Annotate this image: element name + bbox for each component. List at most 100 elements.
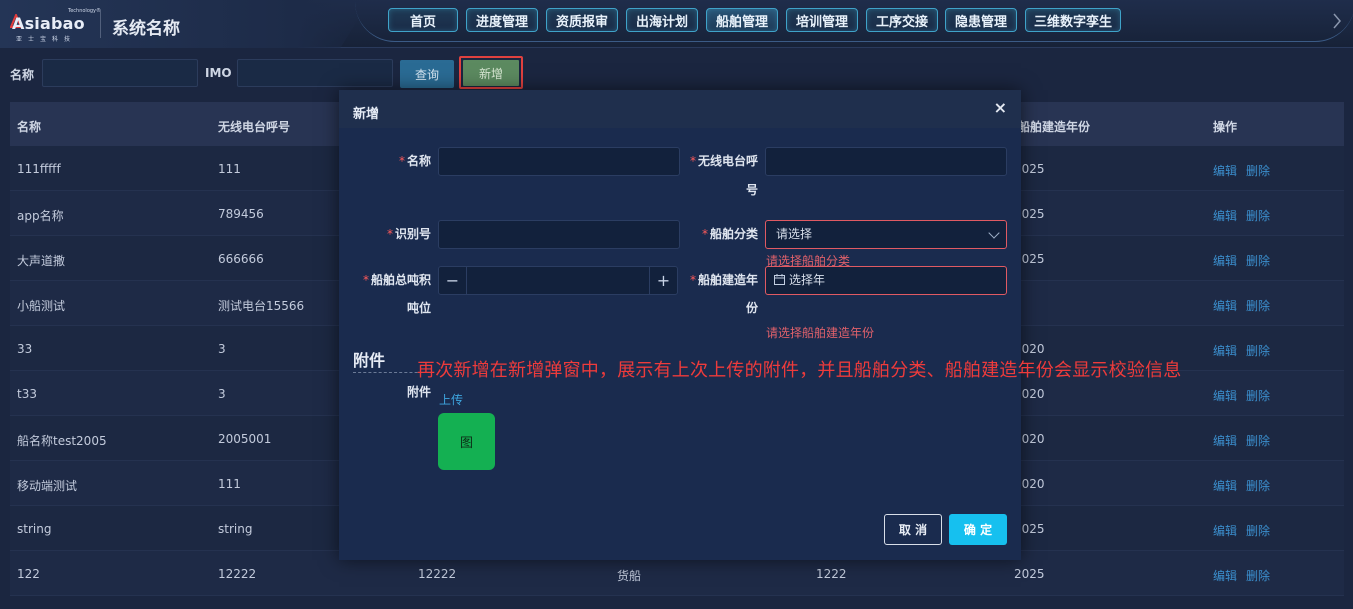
header-callsign: 无线电台呼号 xyxy=(218,120,291,134)
nav-training[interactable]: 培训管理 xyxy=(786,8,858,32)
nav-sea-plan[interactable]: 出海计划 xyxy=(626,8,698,32)
cell-name: string xyxy=(17,522,52,536)
tonnage-field-label-line2: 吨位 xyxy=(406,301,431,315)
build-year-error: 请选择船舶建造年份 xyxy=(766,326,875,340)
top-nav-bar: Technology® Asiabao 亚士宝科技 系统名称 首页 进度管理 资… xyxy=(0,0,1353,48)
cancel-button[interactable]: 取 消 xyxy=(884,514,942,545)
year-placeholder: 选择年 xyxy=(789,273,826,287)
delete-link[interactable]: 删除 xyxy=(1246,342,1270,359)
add-button[interactable]: 新增 xyxy=(463,60,519,86)
cell-callsign: 12222 xyxy=(218,567,257,581)
tonnage-field-label: * 船舶总吨积 xyxy=(362,273,431,287)
delete-link[interactable]: 删除 xyxy=(1246,162,1270,179)
search-bar: 名称 IMO 查询 新增 xyxy=(0,56,1353,90)
cell-tonnage: 1222 xyxy=(816,567,847,581)
tonnage-stepper[interactable]: − + xyxy=(438,266,678,295)
nav-digital-twin[interactable]: 三维数字孪生 xyxy=(1025,8,1121,32)
edit-link[interactable]: 编辑 xyxy=(1213,207,1237,224)
cell-category: 货船 xyxy=(617,569,642,583)
edit-link[interactable]: 编辑 xyxy=(1213,432,1237,449)
confirm-button[interactable]: 确 定 xyxy=(949,514,1007,545)
upload-link[interactable]: 上传 xyxy=(439,391,463,408)
callsign-field[interactable] xyxy=(765,147,1007,176)
cell-callsign: 111 xyxy=(218,477,241,491)
callsign-field-label-line2: 号 xyxy=(745,183,758,197)
edit-link[interactable]: 编辑 xyxy=(1213,297,1237,314)
query-button[interactable]: 查询 xyxy=(400,60,454,88)
cell-name: 船名称test2005 xyxy=(17,434,107,448)
brand-divider xyxy=(100,10,101,38)
cell-callsign: string xyxy=(218,522,253,536)
company-logo: Technology® Asiabao 亚士宝科技 xyxy=(10,6,101,43)
nav-qualification[interactable]: 资质报审 xyxy=(546,8,618,32)
build-year-picker[interactable]: 选择年 xyxy=(765,266,1007,295)
cell-name: 大声道撒 xyxy=(17,254,66,268)
nav-home[interactable]: 首页 xyxy=(388,8,458,32)
cell-name: 122 xyxy=(17,567,40,581)
delete-link[interactable]: 删除 xyxy=(1246,477,1270,494)
nav-ship-management[interactable]: 船舶管理 xyxy=(706,8,778,32)
logo-word: Asiabao xyxy=(12,14,85,33)
edit-link[interactable]: 编辑 xyxy=(1213,567,1237,584)
add-ship-dialog: 新增 × * 名称 * 无线电台呼 号 * 识别号 * 船舶分类 请选择 请选择船舶分类… xyxy=(339,90,1021,560)
nav-hazard[interactable]: 隐患管理 xyxy=(945,8,1017,32)
imo-filter-input[interactable] xyxy=(237,59,393,87)
edit-link[interactable]: 编辑 xyxy=(1213,387,1237,404)
cell-name: 111fffff xyxy=(17,162,61,176)
build-year-field-label-line2: 份 xyxy=(745,301,758,315)
delete-link[interactable]: 删除 xyxy=(1246,387,1270,404)
name-field[interactable] xyxy=(438,147,680,176)
increment-button[interactable]: + xyxy=(649,267,677,294)
corner-menu-icon[interactable] xyxy=(1331,10,1345,32)
callsign-field-label: * 无线电台呼 xyxy=(689,154,758,168)
delete-link[interactable]: 删除 xyxy=(1246,567,1270,584)
cell-id: 12222 xyxy=(418,567,457,581)
delete-link[interactable]: 删除 xyxy=(1246,432,1270,449)
cell-name: t33 xyxy=(17,387,37,401)
cell-name: app名称 xyxy=(17,209,64,223)
delete-link[interactable]: 删除 xyxy=(1246,522,1270,539)
nav-handover[interactable]: 工序交接 xyxy=(866,8,938,32)
delete-link[interactable]: 删除 xyxy=(1246,297,1270,314)
cell-callsign: 111 xyxy=(218,162,241,176)
header-build-year: 船舶建造年份 xyxy=(1018,120,1091,134)
delete-link[interactable]: 删除 xyxy=(1246,207,1270,224)
id-field-label: * 识别号 xyxy=(386,227,431,241)
dialog-header: 新增 × xyxy=(339,90,1021,128)
cell-callsign: 3 xyxy=(218,387,226,401)
decrement-button[interactable]: − xyxy=(439,267,467,294)
calendar-icon xyxy=(774,274,785,285)
category-field-label: * 船舶分类 xyxy=(701,227,758,241)
category-placeholder: 请选择 xyxy=(776,227,813,241)
attachment-label: 附件 xyxy=(406,385,431,399)
header-name: 名称 xyxy=(17,120,42,134)
nav-progress[interactable]: 进度管理 xyxy=(466,8,538,32)
cell-callsign: 3 xyxy=(218,342,226,356)
edit-link[interactable]: 编辑 xyxy=(1213,477,1237,494)
cell-callsign: 2005001 xyxy=(218,432,272,446)
ship-category-select[interactable]: 请选择 xyxy=(765,220,1007,249)
cell-name: 小船测试 xyxy=(17,299,66,313)
name-filter-input[interactable] xyxy=(42,59,198,87)
build-year-field-label: * 船舶建造年 xyxy=(689,273,758,287)
attachments-section-title: 附件 xyxy=(353,351,386,370)
imo-filter-label: IMO xyxy=(205,66,232,80)
cell-name: 33 xyxy=(17,342,33,356)
cell-callsign: 测试电台15566 xyxy=(218,299,305,313)
delete-link[interactable]: 删除 xyxy=(1246,252,1270,269)
chevron-down-icon xyxy=(988,227,1000,239)
edit-link[interactable]: 编辑 xyxy=(1213,162,1237,179)
cell-callsign: 789456 xyxy=(218,207,264,221)
edit-link[interactable]: 编辑 xyxy=(1213,342,1237,359)
dialog-title: 新增 xyxy=(353,107,380,122)
edit-link[interactable]: 编辑 xyxy=(1213,252,1237,269)
logo-cn: 亚士宝科技 xyxy=(16,36,77,43)
attachment-thumbnail[interactable]: 图 xyxy=(438,413,495,470)
close-icon[interactable]: × xyxy=(994,100,1007,116)
edit-link[interactable]: 编辑 xyxy=(1213,522,1237,539)
header-actions: 操作 xyxy=(1213,120,1238,134)
name-field-label: * 名称 xyxy=(398,154,431,168)
cell-callsign: 666666 xyxy=(218,252,264,266)
id-number-field[interactable] xyxy=(438,220,680,249)
add-button-highlight: 新增 xyxy=(459,56,523,89)
